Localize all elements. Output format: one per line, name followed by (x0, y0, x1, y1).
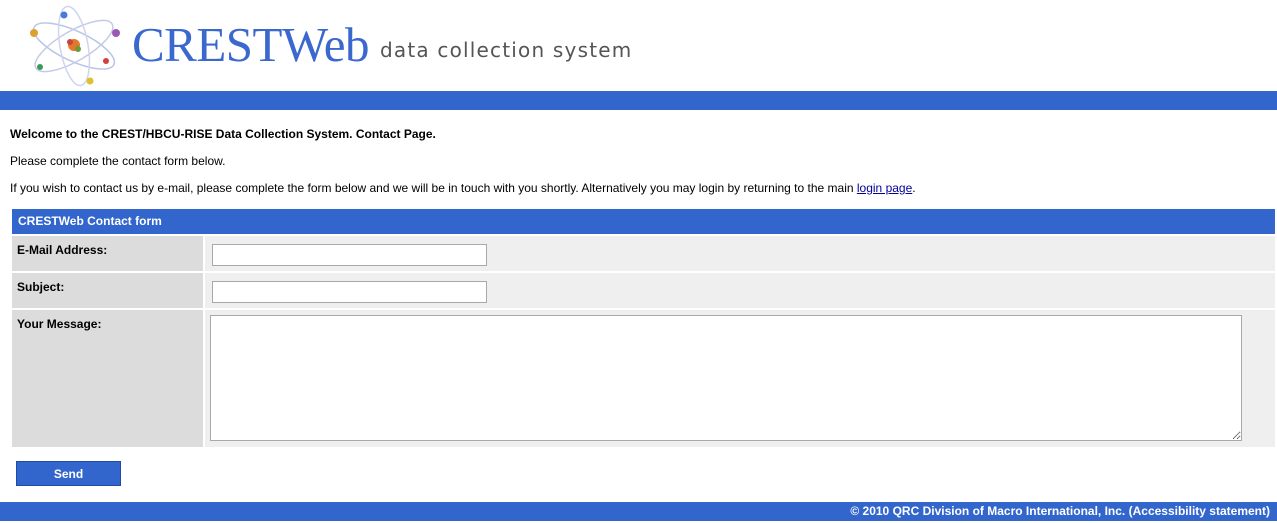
email-cell (205, 236, 1275, 271)
subject-label: Subject: (12, 273, 203, 308)
login-page-link[interactable]: login page (857, 181, 912, 195)
contact-instructions: If you wish to contact us by e-mail, ple… (10, 181, 916, 195)
email-label: E-Mail Address: (12, 236, 203, 271)
message-row: Your Message: (12, 310, 1275, 447)
site-footer: © 2010 QRC Division of Macro Internation… (0, 502, 1277, 521)
site-header: CRESTWeb data collection system (0, 0, 1277, 91)
form-title: CRESTWeb Contact form (12, 209, 1275, 234)
message-label: Your Message: (12, 310, 203, 447)
atom-logo-icon (30, 5, 120, 87)
copyright-text: © 2010 QRC Division of Macro Internation… (850, 504, 1126, 518)
subject-field[interactable] (212, 281, 487, 303)
message-cell (205, 310, 1275, 447)
contact-form: CRESTWeb Contact form E-Mail Address: Su… (12, 209, 1275, 447)
send-button[interactable]: Send (16, 461, 121, 486)
subject-cell (205, 273, 1275, 308)
email-row: E-Mail Address: (12, 236, 1275, 271)
contact-text-end: . (912, 181, 916, 195)
brand-tagline: data collection system (380, 38, 633, 62)
contact-text: If you wish to contact us by e-mail, ple… (10, 181, 857, 195)
email-field[interactable] (212, 244, 487, 266)
message-textarea[interactable] (210, 315, 1242, 441)
subject-row: Subject: (12, 273, 1275, 308)
top-bar (0, 91, 1277, 110)
accessibility-statement-link[interactable]: (Accessibility statement) (1129, 504, 1270, 518)
welcome-heading: Welcome to the CREST/HBCU-RISE Data Coll… (10, 127, 436, 141)
brand-title: CRESTWeb (132, 17, 370, 72)
instruction-text: Please complete the contact form below. (10, 154, 226, 168)
